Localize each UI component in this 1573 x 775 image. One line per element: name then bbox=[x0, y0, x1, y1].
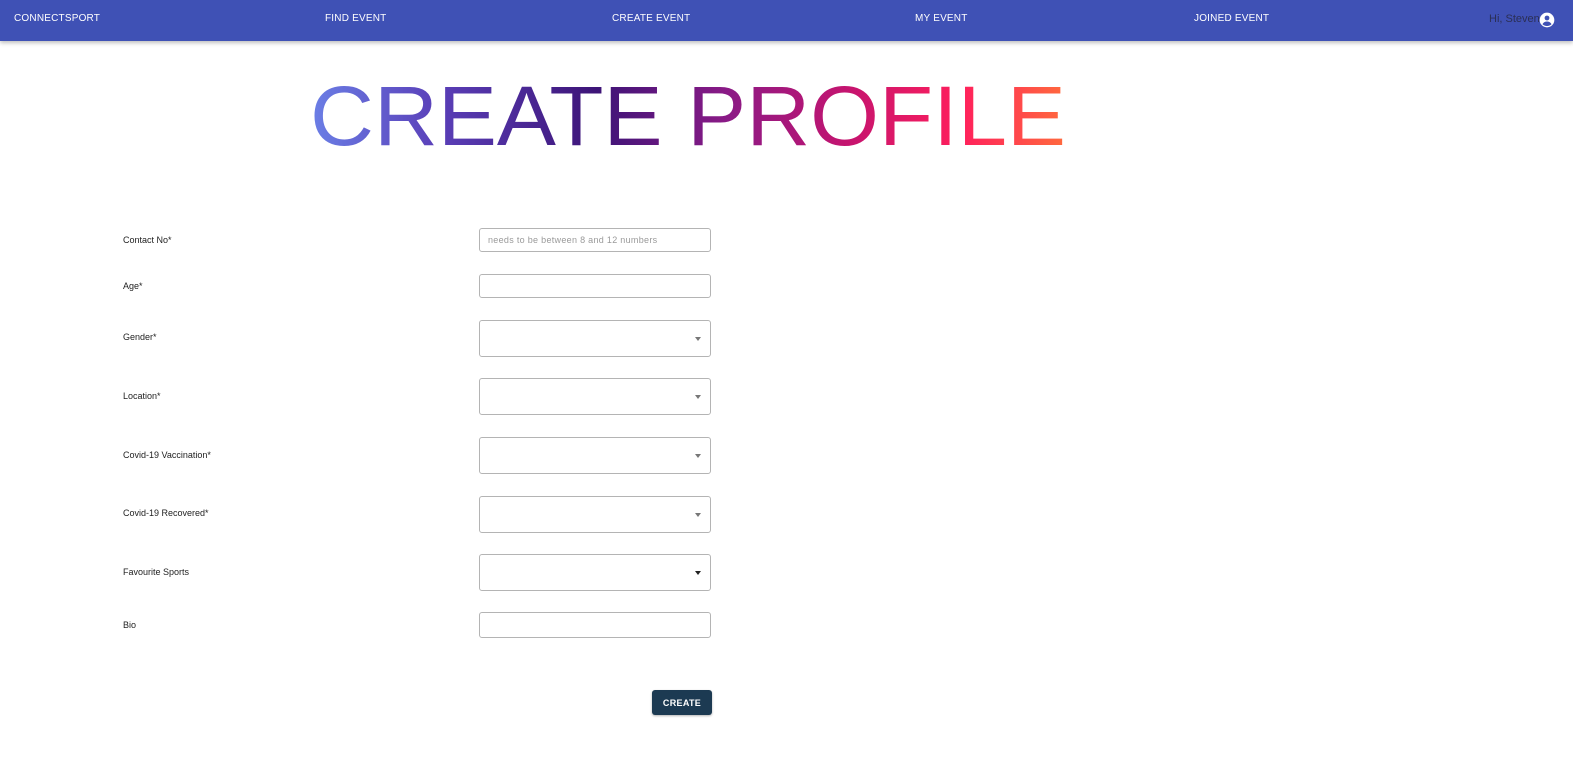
nav-joined-event[interactable]: JOINED EVENT bbox=[1194, 13, 1269, 24]
vaccination-select[interactable] bbox=[479, 437, 711, 474]
gender-select[interactable] bbox=[479, 320, 711, 357]
chevron-down-icon bbox=[695, 454, 701, 458]
sports-select[interactable] bbox=[479, 554, 711, 591]
contact-field bbox=[479, 228, 711, 252]
age-label: Age* bbox=[123, 281, 143, 291]
contact-input[interactable] bbox=[480, 229, 710, 251]
age-field bbox=[479, 274, 711, 298]
chevron-down-icon bbox=[695, 395, 701, 399]
user-greeting: Hi, Steven bbox=[1489, 13, 1540, 25]
recovered-select[interactable] bbox=[479, 496, 711, 533]
brand-link[interactable]: CONNECTSPORT bbox=[14, 13, 100, 24]
recovered-label: Covid-19 Recovered* bbox=[123, 508, 209, 518]
contact-label: Contact No* bbox=[123, 235, 172, 245]
page-title: CREATE PROFILE bbox=[310, 72, 1066, 162]
app-bar: CONNECTSPORT FIND EVENT CREATE EVENT MY … bbox=[0, 0, 1573, 41]
account-circle-icon[interactable] bbox=[1539, 12, 1555, 28]
page-title-text: CREATE PROFILE bbox=[310, 72, 1066, 162]
bio-label: Bio bbox=[123, 620, 137, 630]
create-button[interactable]: CREATE bbox=[652, 690, 712, 715]
nav-find-event[interactable]: FIND EVENT bbox=[325, 13, 386, 24]
location-select[interactable] bbox=[479, 378, 711, 415]
chevron-down-icon bbox=[695, 513, 701, 517]
vaccination-label: Covid-19 Vaccination* bbox=[123, 450, 211, 460]
nav-my-event[interactable]: MY EVENT bbox=[915, 13, 968, 24]
age-input[interactable] bbox=[480, 275, 710, 297]
bio-input[interactable] bbox=[480, 613, 710, 637]
sports-label: Favourite Sports bbox=[123, 567, 190, 577]
location-label: Location* bbox=[123, 391, 161, 401]
bio-field bbox=[479, 612, 711, 638]
nav-create-event[interactable]: CREATE EVENT bbox=[612, 13, 690, 24]
chevron-down-icon bbox=[695, 337, 701, 341]
gender-label: Gender* bbox=[123, 332, 157, 342]
chevron-down-icon bbox=[695, 571, 701, 575]
